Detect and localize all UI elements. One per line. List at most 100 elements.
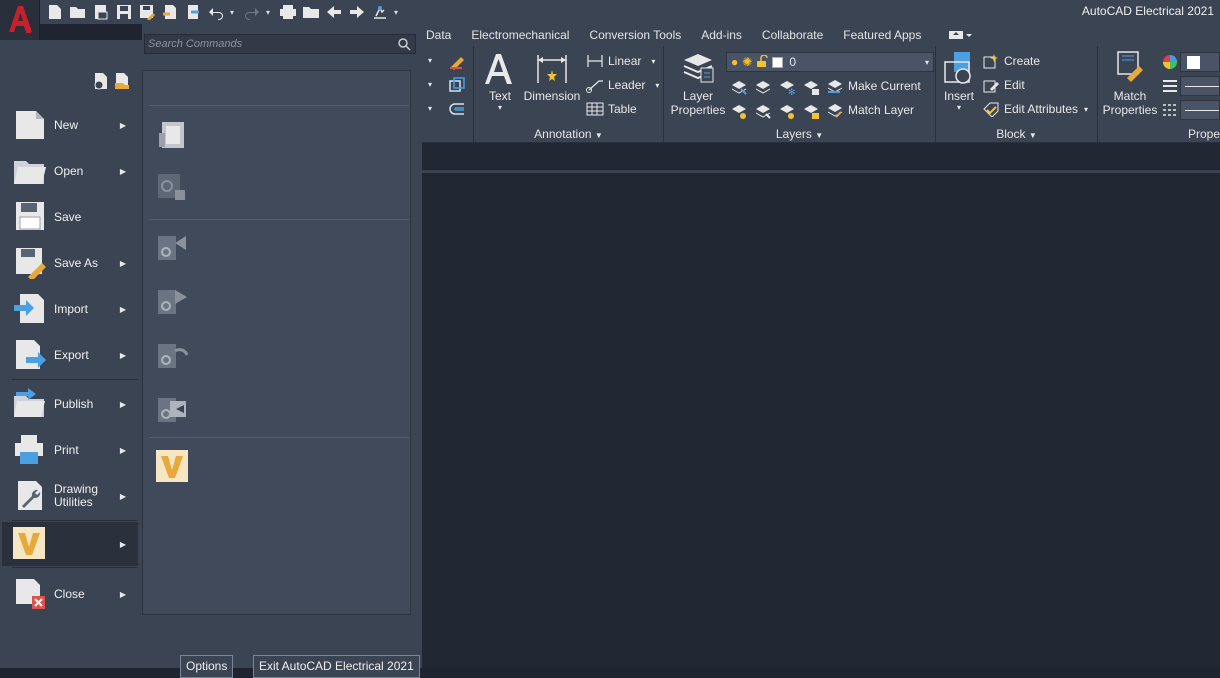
search-icon[interactable] bbox=[398, 38, 411, 51]
application-menu-button[interactable] bbox=[0, 0, 40, 40]
dropdown-arrow-icon[interactable]: ▾ bbox=[428, 80, 432, 89]
block-panel-title[interactable]: Block ▼ bbox=[936, 127, 1097, 141]
layer-off-icon[interactable] bbox=[730, 78, 748, 96]
leader-button[interactable]: Leader ▾ bbox=[586, 77, 659, 93]
menu-item-new[interactable]: New ▶ bbox=[12, 103, 138, 147]
layer-dropdown[interactable]: ● ✺ 0 ▾ bbox=[726, 52, 934, 72]
insert-block-icon bbox=[944, 52, 971, 84]
open-documents-icon[interactable] bbox=[114, 72, 130, 90]
vault-undo-check-out-icon[interactable] bbox=[155, 339, 189, 373]
sheet-set-icon[interactable] bbox=[92, 3, 110, 21]
exit-application-button[interactable]: Exit AutoCAD Electrical 2021 bbox=[253, 655, 420, 678]
layer-thaw-icon[interactable] bbox=[778, 102, 796, 120]
plot-icon[interactable] bbox=[279, 3, 297, 21]
search-commands-input[interactable] bbox=[145, 35, 393, 53]
search-commands-field[interactable] bbox=[144, 34, 416, 54]
open-icon[interactable] bbox=[69, 3, 87, 21]
menu-item-export[interactable]: Export ▶ bbox=[12, 333, 138, 377]
create-block-button[interactable]: Create bbox=[982, 53, 1040, 69]
menu-item-print[interactable]: Print ▶ bbox=[12, 428, 138, 472]
linear-dropdown-icon[interactable]: ▾ bbox=[651, 57, 655, 66]
lineweight-dropdown[interactable] bbox=[1180, 76, 1220, 96]
tab-conversion-tools[interactable]: Conversion Tools bbox=[589, 28, 681, 42]
menu-item-save[interactable]: Save bbox=[12, 195, 138, 239]
leader-dropdown-icon[interactable]: ▾ bbox=[655, 81, 659, 90]
menu-item-import[interactable]: Import ▶ bbox=[12, 287, 138, 331]
layer-tools-row-2 bbox=[730, 102, 820, 120]
offset-icon[interactable] bbox=[448, 100, 466, 118]
export-icon[interactable] bbox=[184, 3, 202, 21]
customize-icon[interactable]: ▾ bbox=[394, 8, 402, 17]
copy-icon[interactable] bbox=[448, 76, 466, 94]
redo-icon[interactable] bbox=[243, 3, 261, 21]
vault-check-in-icon[interactable] bbox=[155, 231, 189, 265]
ribbon-display-options-icon[interactable] bbox=[947, 30, 973, 40]
edit-attributes-button[interactable]: Edit Attributes ▾ bbox=[982, 101, 1088, 117]
layer-isolate-icon[interactable] bbox=[754, 78, 772, 96]
layers-panel-title[interactable]: Layers ▼ bbox=[664, 127, 935, 141]
undo-dropdown-icon[interactable]: ▾ bbox=[230, 8, 238, 17]
layer-freeze-icon[interactable]: ✻ bbox=[778, 78, 796, 96]
undo-icon[interactable] bbox=[207, 3, 225, 21]
workspace-icon[interactable] bbox=[371, 3, 389, 21]
match-properties-button[interactable]: Match Properties bbox=[1102, 50, 1158, 117]
forward-icon[interactable] bbox=[348, 3, 366, 21]
make-current-button[interactable]: Make Current bbox=[826, 78, 921, 94]
new-icon[interactable] bbox=[46, 3, 64, 21]
import-icon[interactable] bbox=[161, 3, 179, 21]
options-button[interactable]: Options bbox=[180, 655, 234, 678]
menu-item-label: Publish bbox=[54, 396, 94, 411]
erase-icon[interactable] bbox=[448, 52, 466, 70]
text-icon bbox=[485, 54, 512, 84]
save-as-icon[interactable] bbox=[138, 3, 156, 21]
recent-documents-icon[interactable] bbox=[93, 72, 109, 90]
layer-unisolate-icon[interactable] bbox=[754, 102, 772, 120]
menu-item-vault[interactable]: ▶ bbox=[2, 522, 138, 566]
dropdown-arrow-icon[interactable]: ▾ bbox=[428, 104, 432, 113]
match-layer-button[interactable]: Match Layer bbox=[826, 102, 914, 118]
color-wheel-icon[interactable] bbox=[1161, 53, 1179, 71]
edit-block-button[interactable]: Edit bbox=[982, 77, 1025, 93]
submenu-arrow-icon: ▶ bbox=[119, 399, 126, 409]
menu-item-save-as[interactable]: Save As ▶ bbox=[12, 241, 138, 285]
dropdown-arrow-icon[interactable]: ▾ bbox=[428, 56, 432, 65]
tab-collaborate[interactable]: Collaborate bbox=[762, 28, 823, 42]
linear-button[interactable]: Linear ▾ bbox=[586, 53, 655, 69]
tab-featured-apps[interactable]: Featured Apps bbox=[843, 28, 921, 42]
vault-insert-file-icon[interactable] bbox=[155, 393, 189, 427]
linetype-icon[interactable] bbox=[1161, 101, 1179, 119]
back-icon[interactable] bbox=[325, 3, 343, 21]
table-button[interactable]: Table bbox=[586, 101, 637, 117]
modify-panel-partial: ▾ ▾ ▾ bbox=[422, 46, 474, 143]
layer-lock-icon[interactable] bbox=[802, 78, 820, 96]
dimension-button[interactable]: Dimension bbox=[522, 52, 582, 108]
drawing-area[interactable] bbox=[422, 143, 1220, 668]
vault-logout-icon[interactable] bbox=[155, 171, 189, 205]
menu-item-drawing-utilities[interactable]: Drawing Utilities ▶ bbox=[12, 474, 138, 518]
linetype-dropdown[interactable] bbox=[1180, 100, 1220, 120]
layer-properties-button[interactable]: Layer Properties bbox=[670, 50, 726, 117]
annotation-panel-title[interactable]: Annotation ▼ bbox=[474, 127, 663, 141]
lineweight-icon[interactable] bbox=[1161, 77, 1179, 95]
color-dropdown[interactable] bbox=[1180, 52, 1220, 72]
menu-item-open[interactable]: Open ▶ bbox=[12, 149, 138, 193]
redo-dropdown-icon[interactable]: ▾ bbox=[266, 8, 274, 17]
menu-item-close[interactable]: Close ▶ bbox=[12, 572, 138, 616]
layer-unlock-icon[interactable] bbox=[802, 102, 820, 120]
menu-separator bbox=[12, 567, 138, 568]
edit-attributes-dropdown-icon[interactable]: ▾ bbox=[1084, 105, 1088, 114]
save-icon[interactable] bbox=[115, 3, 133, 21]
layer-on-icon[interactable] bbox=[730, 102, 748, 120]
vault-login-icon[interactable] bbox=[155, 119, 189, 153]
menu-item-publish[interactable]: Publish ▶ bbox=[12, 382, 138, 426]
insert-button[interactable]: Insert ▾ bbox=[940, 50, 978, 112]
text-button[interactable]: Text ▾ bbox=[482, 52, 518, 116]
edit-attributes-label: Edit Attributes bbox=[1004, 102, 1079, 116]
vault-product-icon[interactable] bbox=[155, 449, 189, 483]
vault-check-out-icon[interactable] bbox=[155, 285, 189, 319]
tab-electromechanical[interactable]: Electromechanical bbox=[471, 28, 569, 42]
tab-data[interactable]: Data bbox=[426, 28, 451, 42]
properties-panel-title[interactable]: Prope bbox=[1188, 127, 1220, 141]
tab-add-ins[interactable]: Add-ins bbox=[701, 28, 742, 42]
folder-icon[interactable] bbox=[302, 3, 320, 21]
